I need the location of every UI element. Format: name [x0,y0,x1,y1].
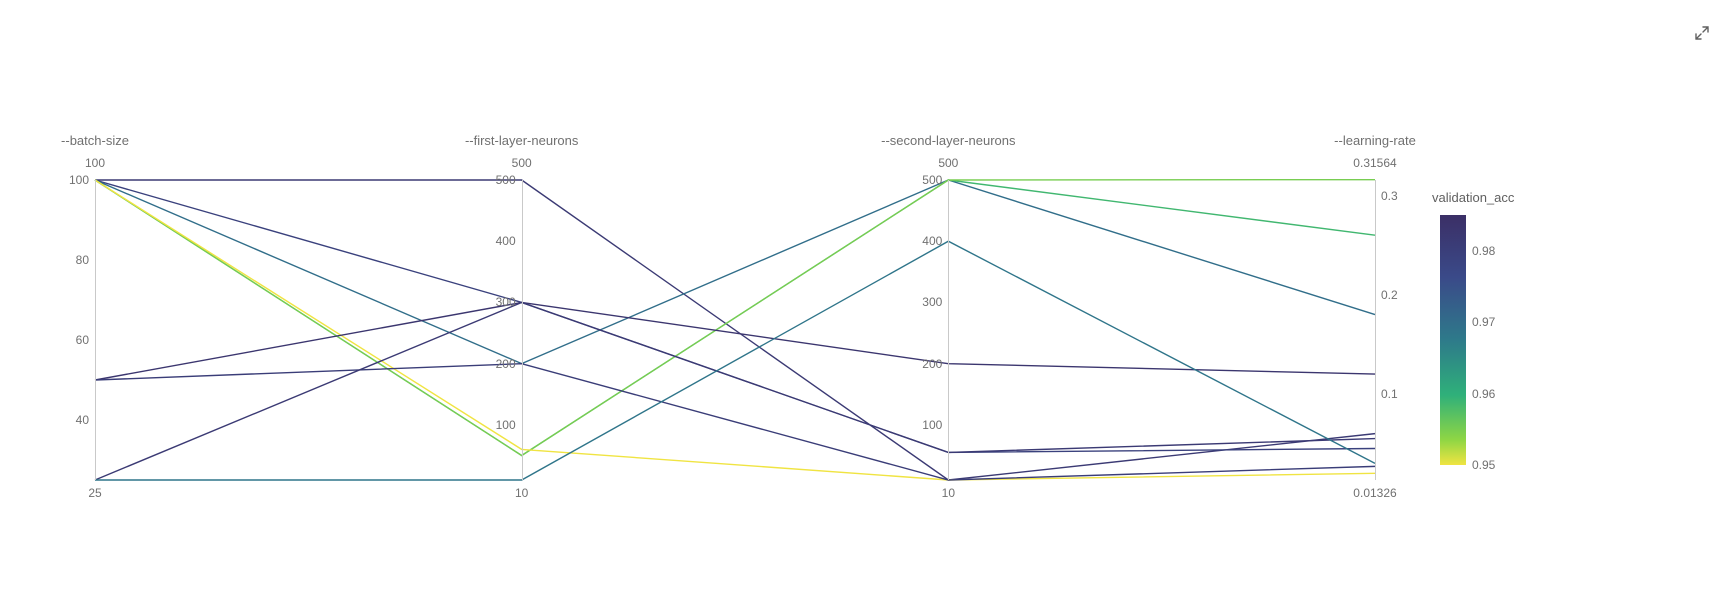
axis-range-top-learning_rate: 0.31564 [1353,156,1396,170]
expand-icon[interactable] [1694,25,1710,41]
axis-tick: 300 [496,295,522,309]
plot-lines [95,180,1375,480]
axis-range-top-batch_size: 100 [85,156,105,170]
axis-tick: 0.1 [1375,387,1398,401]
axis-tick: 100 [69,173,95,187]
parallel-coordinates-plot[interactable]: --batch-size10025100806040--first-layer-… [95,180,1375,480]
axis-tick: 500 [922,173,948,187]
colorbar-tick: 0.97 [1472,315,1495,329]
colorbar [1440,215,1466,465]
axis-first_layer_neurons[interactable] [522,180,523,480]
axis-tick: 200 [496,357,522,371]
colorbar-gradient [1440,215,1466,465]
axis-batch_size[interactable] [95,180,96,480]
axis-tick: 100 [496,418,522,432]
axis-range-top-first_layer_neurons: 500 [512,156,532,170]
axis-tick: 400 [496,234,522,248]
axis-range-bottom-batch_size: 25 [88,486,101,500]
axis-tick: 300 [922,295,948,309]
axis-title-first_layer_neurons: --first-layer-neurons [465,133,578,148]
axis-learning_rate[interactable] [1375,180,1376,480]
axis-tick: 400 [922,234,948,248]
axis-range-bottom-second_layer_neurons: 10 [942,486,955,500]
colorbar-tick: 0.98 [1472,244,1495,258]
axis-tick: 60 [76,333,95,347]
axis-tick: 0.2 [1375,288,1398,302]
axis-range-top-second_layer_neurons: 500 [938,156,958,170]
run-line [95,302,1375,380]
axis-tick: 100 [922,418,948,432]
axis-tick: 200 [922,357,948,371]
colorbar-tick: 0.95 [1472,458,1495,472]
axis-tick: 500 [496,173,522,187]
axis-tick: 0.3 [1375,189,1398,203]
axis-range-bottom-first_layer_neurons: 10 [515,486,528,500]
axis-range-bottom-learning_rate: 0.01326 [1353,486,1396,500]
axis-title-batch_size: --batch-size [61,133,129,148]
run-line [95,180,1375,480]
axis-tick: 80 [76,253,95,267]
run-line [95,180,1375,456]
run-line [95,364,1375,480]
axis-tick: 40 [76,413,95,427]
axis-second_layer_neurons[interactable] [948,180,949,480]
run-line [95,180,1375,364]
run-line [95,302,1375,480]
run-line [95,180,1375,452]
axis-title-learning_rate: --learning-rate [1334,133,1416,148]
axis-title-second_layer_neurons: --second-layer-neurons [881,133,1015,148]
colorbar-tick: 0.96 [1472,387,1495,401]
colorbar-title: validation_acc [1432,190,1514,205]
